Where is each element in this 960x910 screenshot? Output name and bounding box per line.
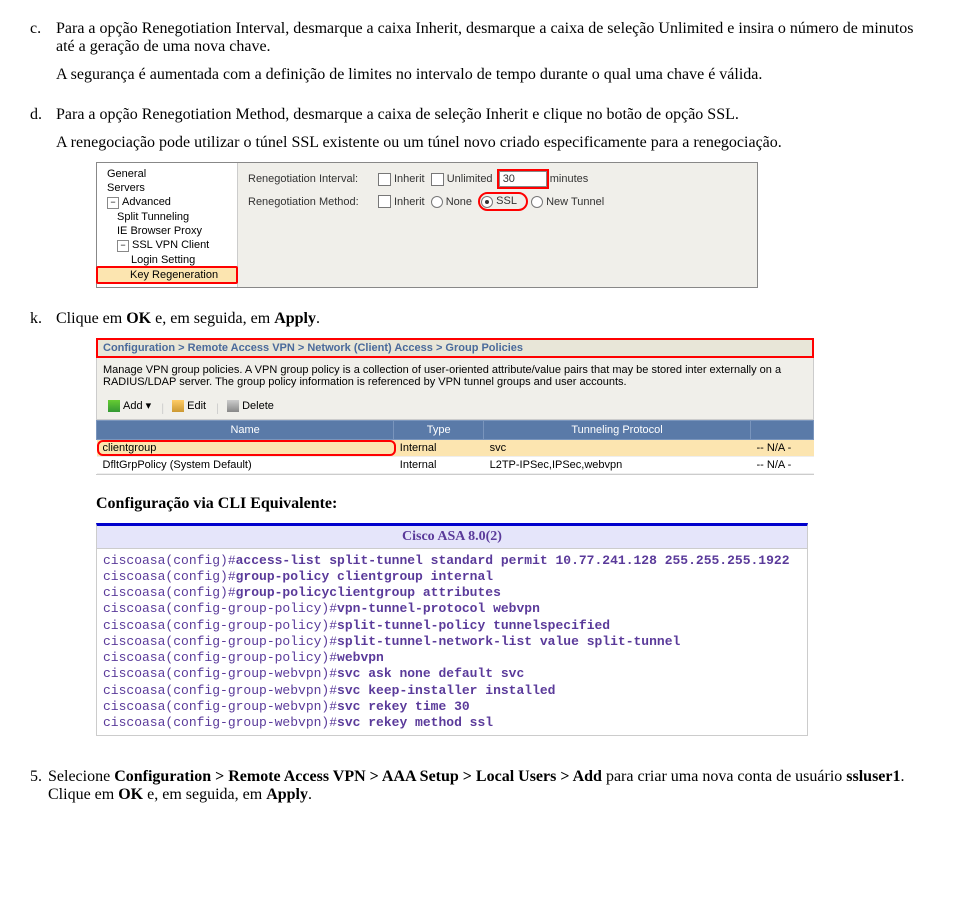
edit-icon: [172, 400, 184, 412]
step-c: c. Para a opção Renegotiation Interval, …: [30, 20, 930, 94]
marker-d: d.: [30, 106, 56, 298]
step-d-p1: Para a opção Renegotiation Method, desma…: [56, 106, 930, 124]
edit-button[interactable]: Edit: [167, 399, 211, 413]
unit-minutes: minutes: [550, 173, 589, 185]
col-protocol[interactable]: Tunneling Protocol: [484, 420, 751, 439]
step-d-p2: A renegociação pode utilizar o túnel SSL…: [56, 134, 930, 152]
policies-description: Manage VPN group policies. A VPN group p…: [96, 358, 814, 394]
add-button[interactable]: Add ▾: [103, 398, 156, 413]
tree-ie-proxy[interactable]: IE Browser Proxy: [97, 224, 237, 238]
interval-input[interactable]: 30: [499, 171, 547, 187]
screenshot-group-policies: Configuration > Remote Access VPN > Netw…: [96, 338, 814, 475]
form-body: Renegotiation Interval: Inherit Unlimite…: [238, 163, 614, 287]
cli-body: ciscoasa(config)#access-list split-tunne…: [97, 549, 807, 736]
marker-5: 5.: [30, 768, 48, 814]
label-reneg-interval: Renegotiation Interval:: [248, 173, 378, 185]
tree-ssl-vpn[interactable]: −SSL VPN Client: [97, 238, 237, 253]
marker-k: k.: [30, 310, 56, 756]
inherit-checkbox[interactable]: [378, 173, 391, 186]
row-reneg-method: Renegotiation Method: Inherit None SSL N…: [248, 195, 604, 208]
step-c-p2: A segurança é aumentada com a definição …: [56, 66, 930, 84]
cli-title: Configuração via CLI Equivalente:: [96, 495, 930, 513]
delete-icon: [227, 400, 239, 412]
step-c-p1: Para a opção Renegotiation Interval, des…: [56, 20, 930, 56]
breadcrumb: Configuration > Remote Access VPN > Netw…: [96, 338, 814, 358]
collapse-icon[interactable]: −: [117, 240, 129, 252]
row-reneg-interval: Renegotiation Interval: Inherit Unlimite…: [248, 171, 604, 187]
policies-table: Name Type Tunneling Protocol clientgroup…: [96, 420, 814, 474]
tree-general[interactable]: General: [97, 167, 237, 181]
tree-servers[interactable]: Servers: [97, 181, 237, 195]
col-last[interactable]: [751, 420, 814, 439]
tree-key-regeneration[interactable]: Key Regeneration: [97, 267, 237, 283]
col-name[interactable]: Name: [97, 420, 394, 439]
inherit-checkbox-2[interactable]: [378, 195, 391, 208]
col-type[interactable]: Type: [394, 420, 484, 439]
table-row[interactable]: DfltGrpPolicy (System Default) Internal …: [97, 456, 814, 473]
collapse-icon[interactable]: −: [107, 197, 119, 209]
unlimited-checkbox[interactable]: [431, 173, 444, 186]
marker-c: c.: [30, 20, 56, 94]
delete-button[interactable]: Delete: [222, 399, 279, 413]
step-d: d. Para a opção Renegotiation Method, de…: [30, 106, 930, 298]
table-row[interactable]: clientgroup Internal svc -- N/A -: [97, 439, 814, 456]
radio-ssl[interactable]: [481, 196, 493, 208]
step-5: 5. Selecione Configuration > Remote Acce…: [30, 768, 930, 814]
toolbar: Add ▾ | Edit | Delete: [96, 394, 814, 420]
cli-box: Cisco ASA 8.0(2) ciscoasa(config)#access…: [96, 523, 808, 737]
step-5-text: Selecione Configuration > Remote Access …: [48, 768, 930, 804]
radio-none[interactable]: [431, 196, 443, 208]
table-header-row: Name Type Tunneling Protocol: [97, 420, 814, 439]
screenshot-key-regen: General Servers −Advanced Split Tunnelin…: [96, 162, 758, 288]
tree-split-tunneling[interactable]: Split Tunneling: [97, 210, 237, 224]
label-reneg-method: Renegotiation Method:: [248, 196, 378, 208]
cli-header: Cisco ASA 8.0(2): [97, 526, 807, 549]
tree-login-setting[interactable]: Login Setting: [97, 253, 237, 267]
radio-ssl-group: SSL: [481, 195, 525, 207]
nav-tree: General Servers −Advanced Split Tunnelin…: [97, 163, 238, 287]
radio-new-tunnel[interactable]: [531, 196, 543, 208]
add-icon: [108, 400, 120, 412]
step-k: k. Clique em OK e, em seguida, em Apply.…: [30, 310, 930, 756]
step-k-p1: Clique em OK e, em seguida, em Apply.: [56, 310, 930, 328]
tree-advanced[interactable]: −Advanced: [97, 195, 237, 210]
